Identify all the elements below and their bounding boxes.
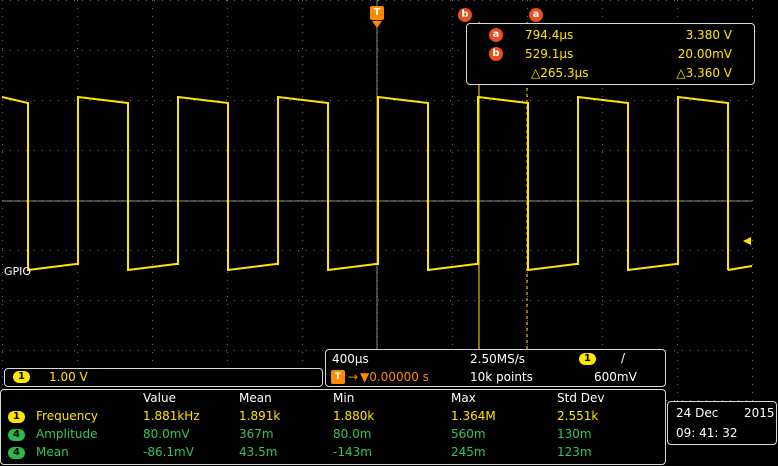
cursor-b-time: 529.1µs (525, 47, 574, 61)
trace-label: GPIO (4, 265, 31, 278)
channel1-scale: 1.00 V (49, 370, 88, 384)
measurement-value: 1.891k (239, 409, 281, 423)
trigger-position-icon: T (331, 370, 345, 384)
measurement-value: 43.5m (239, 445, 278, 459)
measurement-value: 80.0m (333, 427, 372, 441)
ch1-waveform (1, 95, 753, 272)
measurement-channel-badge: 1 (8, 411, 25, 423)
cursor-b-volt: 20.00mV (677, 47, 732, 61)
measurement-channel-badge: 4 (8, 429, 25, 441)
trigger-source-badge: 1 (579, 353, 596, 365)
trigger-position-arrow (372, 21, 382, 28)
date: 24 Dec (676, 406, 719, 420)
measurement-value: 130m (557, 427, 592, 441)
measurement-header: Min (333, 391, 355, 405)
measurement-header: Max (451, 391, 476, 405)
measurement-header: Mean (239, 391, 272, 405)
measurement-name[interactable]: Amplitude (36, 427, 98, 441)
trigger-marker[interactable]: T (370, 4, 384, 20)
cursor-b-icon: b (489, 47, 503, 61)
measurement-value: 1.880k (333, 409, 375, 423)
cursor-a-icon: a (489, 28, 503, 42)
time: 09: 41: 32 (676, 426, 738, 440)
measurement-value: 1.881kHz (143, 409, 200, 423)
trigger-level-marker[interactable] (743, 237, 751, 245)
measurement-value: 123m (557, 445, 592, 459)
horizontal-scale: 400µs (332, 352, 369, 366)
measurement-value: -86.1mV (143, 445, 194, 459)
cursor-a-top-label[interactable]: a (529, 6, 543, 22)
record-length: 10k points (470, 370, 533, 384)
cursor-delta-time: △265.3µs (531, 66, 589, 80)
cursor-a-time: 794.4µs (525, 28, 574, 42)
timebase-panel[interactable]: 400µs 2.50MS/s 1 / T → ▼0.00000 s 10k po… (325, 349, 666, 387)
measurement-value: 80.0mV (143, 427, 190, 441)
sample-rate: 2.50MS/s (470, 352, 525, 366)
cursor-readout-panel: a 794.4µs 3.380 V b 529.1µs 20.00mV △265… (466, 23, 755, 85)
cursor-b-top-label[interactable]: b (458, 6, 472, 22)
measurement-value: 560m (451, 427, 486, 441)
trigger-slope-icon: / (621, 351, 626, 365)
measurement-name[interactable]: Frequency (36, 409, 98, 423)
year: 2015 (744, 406, 775, 420)
measurement-name[interactable]: Mean (36, 445, 69, 459)
measurement-value: 2.551k (557, 409, 599, 423)
cursor-a-volt: 3.380 V (685, 28, 732, 42)
measurement-channel-badge: 4 (8, 447, 25, 459)
datetime-box[interactable]: 24 Dec 2015 09: 41: 32 (667, 401, 777, 445)
measurement-header: Std Dev (557, 391, 605, 405)
trigger-arrow-icon: → (348, 370, 359, 384)
measurement-header: Value (143, 391, 176, 405)
channel1-badge: 1 (13, 371, 30, 383)
measurement-value: 367m (239, 427, 274, 441)
measurement-panel: Value Mean Min Max Std Dev 1 Frequency 1.881kHz… (0, 389, 666, 465)
measurement-value: 245m (451, 445, 486, 459)
cursor-delta-volt: △3.360 V (676, 66, 732, 80)
horizontal-position: ▼0.00000 s (360, 370, 429, 384)
measurement-value: 1.364M (451, 409, 496, 423)
measurement-value: -143m (333, 445, 372, 459)
trigger-level: 600mV (594, 370, 637, 384)
channel1-scale-box[interactable]: 1 1.00 V (4, 368, 323, 387)
